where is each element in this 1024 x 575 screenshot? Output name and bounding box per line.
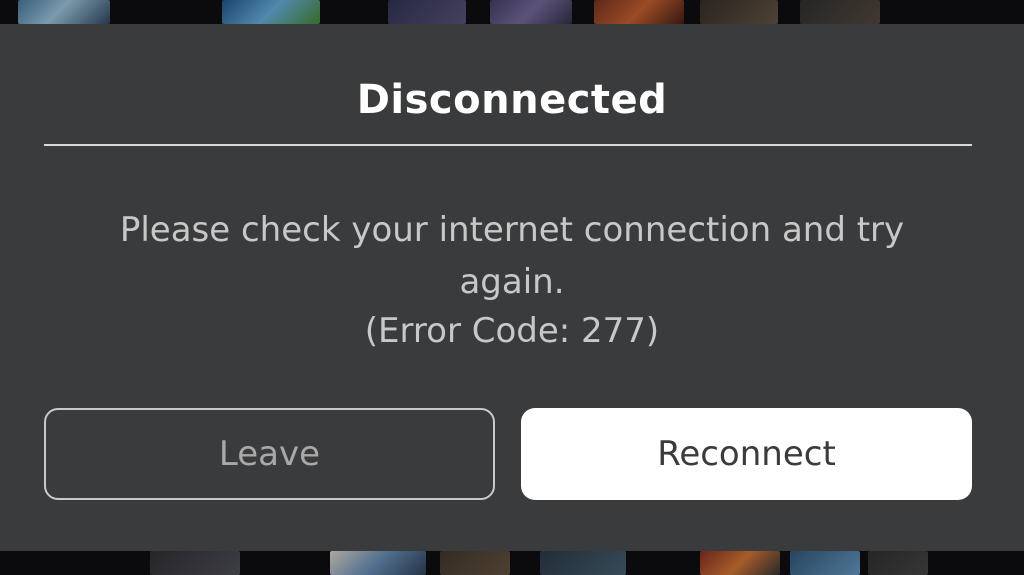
title-divider (44, 144, 972, 146)
game-thumbnail (868, 551, 928, 575)
background-game-thumbnails-bottom (0, 551, 1024, 575)
game-thumbnail (18, 0, 110, 24)
game-thumbnail (150, 551, 240, 575)
game-thumbnail (790, 551, 860, 575)
game-thumbnail (222, 0, 320, 24)
background-game-thumbnails-top (0, 0, 1024, 24)
game-thumbnail (700, 551, 780, 575)
dialog-title: Disconnected (356, 77, 668, 123)
game-thumbnail (388, 0, 466, 24)
leave-button[interactable]: Leave (44, 408, 495, 500)
screen: Disconnected Please check your internet … (0, 0, 1024, 575)
game-thumbnail (490, 0, 572, 24)
message-line: Please check your internet connection an… (119, 210, 905, 250)
game-thumbnail (700, 0, 778, 24)
game-thumbnail (330, 551, 426, 575)
error-code-text: (Error Code: 277) (364, 311, 660, 351)
dialog-message: Please check your internet connection an… (90, 204, 934, 308)
message-line: again. (459, 262, 565, 302)
game-thumbnail (594, 0, 684, 24)
game-thumbnail (440, 551, 510, 575)
game-thumbnail (540, 551, 626, 575)
reconnect-button[interactable]: Reconnect (521, 408, 972, 500)
game-thumbnail (800, 0, 880, 24)
disconnected-dialog: Disconnected Please check your internet … (0, 24, 1024, 551)
